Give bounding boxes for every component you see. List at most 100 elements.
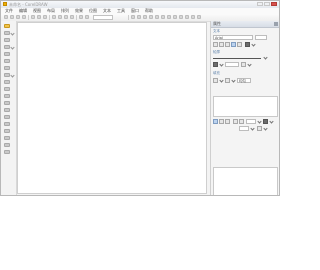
spacing-caret-icon[interactable]	[257, 119, 262, 124]
frame-color-icon[interactable]	[263, 119, 268, 124]
transparency-icon[interactable]	[213, 119, 218, 124]
preview-area	[213, 96, 278, 117]
dimension-tool-icon[interactable]	[4, 108, 10, 112]
connector-tool-icon[interactable]	[4, 115, 10, 119]
docker-header: 属性	[211, 21, 279, 28]
text-tool-icon[interactable]	[4, 94, 10, 98]
print-icon[interactable]	[22, 15, 26, 19]
maximize-button[interactable]	[264, 2, 270, 6]
fill-tool-icon[interactable]	[4, 150, 10, 154]
toolbar-divider	[76, 15, 77, 20]
group-icon[interactable]	[167, 15, 171, 19]
import-icon[interactable]	[64, 15, 68, 19]
align-left-icon[interactable]	[231, 42, 236, 47]
crop-tool-icon[interactable]	[4, 38, 10, 42]
rectangle-tool-icon[interactable]	[4, 66, 10, 70]
break-apart-icon[interactable]	[185, 15, 189, 19]
table-tool-icon[interactable]	[4, 101, 10, 105]
eyedropper-tool-icon[interactable]	[4, 136, 10, 140]
outline-width-preview[interactable]	[213, 58, 261, 59]
new-document-icon[interactable]	[4, 15, 8, 19]
fill-section-label: 填充	[213, 71, 220, 75]
close-button[interactable]	[271, 2, 277, 6]
zoom-level-dropdown[interactable]	[93, 15, 113, 20]
redo-icon[interactable]	[58, 15, 62, 19]
bold-icon[interactable]	[213, 42, 218, 47]
toolbar-divider	[128, 15, 129, 20]
paragraph-icon[interactable]	[233, 119, 238, 124]
align-icon[interactable]	[161, 15, 165, 19]
transparency-tool-icon[interactable]	[4, 129, 10, 133]
export-icon[interactable]	[70, 15, 74, 19]
underline-icon[interactable]	[225, 42, 230, 47]
ungroup-icon[interactable]	[173, 15, 177, 19]
frame-shape-icon[interactable]	[257, 126, 262, 131]
toolbar-divider	[49, 15, 50, 20]
text-color-caret-icon[interactable]	[251, 42, 256, 47]
grid-icon[interactable]	[143, 15, 147, 19]
fill-mode-dropdown[interactable]: 均匀	[237, 78, 251, 83]
rulers-icon[interactable]	[149, 15, 153, 19]
toolbox	[1, 21, 17, 195]
save-icon[interactable]	[16, 15, 20, 19]
text-color-icon[interactable]	[245, 42, 250, 47]
align-center-icon[interactable]	[237, 42, 242, 47]
cut-icon[interactable]	[31, 15, 35, 19]
order-icon[interactable]	[191, 15, 195, 19]
polygon-tool-icon[interactable]	[4, 80, 10, 84]
docker-title: 属性	[213, 21, 221, 26]
outline-width-caret-icon[interactable]	[263, 55, 268, 60]
docker-close-icon[interactable]	[274, 22, 278, 26]
italic-icon[interactable]	[219, 42, 224, 47]
toolbar-divider	[28, 15, 29, 20]
fill-type-icon[interactable]	[213, 78, 218, 83]
smart-fill-tool-icon[interactable]	[4, 59, 10, 63]
minimize-button[interactable]	[257, 2, 263, 6]
object-manager-area	[213, 167, 278, 195]
properties-docker: 属性 文本 Arial 轮廓 填充 均匀	[210, 21, 279, 195]
pick-tool-icon[interactable]	[4, 24, 10, 28]
outline-tool-icon[interactable]	[4, 143, 10, 147]
open-icon[interactable]	[10, 15, 14, 19]
welcome-icon[interactable]	[85, 15, 89, 19]
transform-icon[interactable]	[197, 15, 201, 19]
freehand-tool-icon[interactable]	[4, 52, 10, 56]
application-window: 未命名 - CorelDRAW 文件 编辑 视图 布局 排列 效果 位图 文本 …	[0, 0, 280, 196]
indent-icon[interactable]	[239, 119, 244, 124]
basic-shapes-tool-icon[interactable]	[4, 87, 10, 91]
flyout-caret-icon[interactable]	[10, 73, 15, 78]
columns-icon[interactable]	[225, 119, 230, 124]
fill-swatch-icon[interactable]	[225, 78, 230, 83]
arrowhead-caret-icon[interactable]	[247, 62, 252, 67]
drawing-canvas[interactable]	[17, 22, 207, 194]
outline-section-label: 轮廓	[213, 50, 220, 54]
arrowhead-icon[interactable]	[241, 62, 246, 67]
font-size-dropdown[interactable]	[255, 35, 267, 40]
copy-icon[interactable]	[37, 15, 41, 19]
fill-type-caret-icon[interactable]	[219, 78, 224, 83]
flyout-caret-icon[interactable]	[10, 45, 15, 50]
wrap-text-icon[interactable]	[219, 119, 224, 124]
window-title: 未命名 - CorelDRAW	[9, 2, 48, 7]
font-family-dropdown[interactable]: Arial	[213, 35, 253, 40]
undo-icon[interactable]	[52, 15, 56, 19]
frame-shape-caret-icon[interactable]	[263, 126, 268, 131]
outline-color-icon[interactable]	[213, 62, 218, 67]
outline-color-caret-icon[interactable]	[219, 62, 224, 67]
flyout-caret-icon[interactable]	[10, 31, 15, 36]
guides-icon[interactable]	[137, 15, 141, 19]
options-icon[interactable]	[155, 15, 159, 19]
frame-width-caret-icon[interactable]	[250, 126, 255, 131]
app-launcher-icon[interactable]	[79, 15, 83, 19]
paste-icon[interactable]	[43, 15, 47, 19]
frame-color-caret-icon[interactable]	[269, 119, 274, 124]
frame-width-field[interactable]	[239, 126, 249, 131]
combine-icon[interactable]	[179, 15, 183, 19]
fill-swatch-caret-icon[interactable]	[231, 78, 236, 83]
blend-tool-icon[interactable]	[4, 122, 10, 126]
app-logo-icon	[3, 2, 7, 6]
line-style-dropdown[interactable]	[225, 62, 239, 67]
snap-icon[interactable]	[131, 15, 135, 19]
text-section-label: 文本	[213, 29, 220, 33]
spacing-field[interactable]	[246, 119, 256, 124]
